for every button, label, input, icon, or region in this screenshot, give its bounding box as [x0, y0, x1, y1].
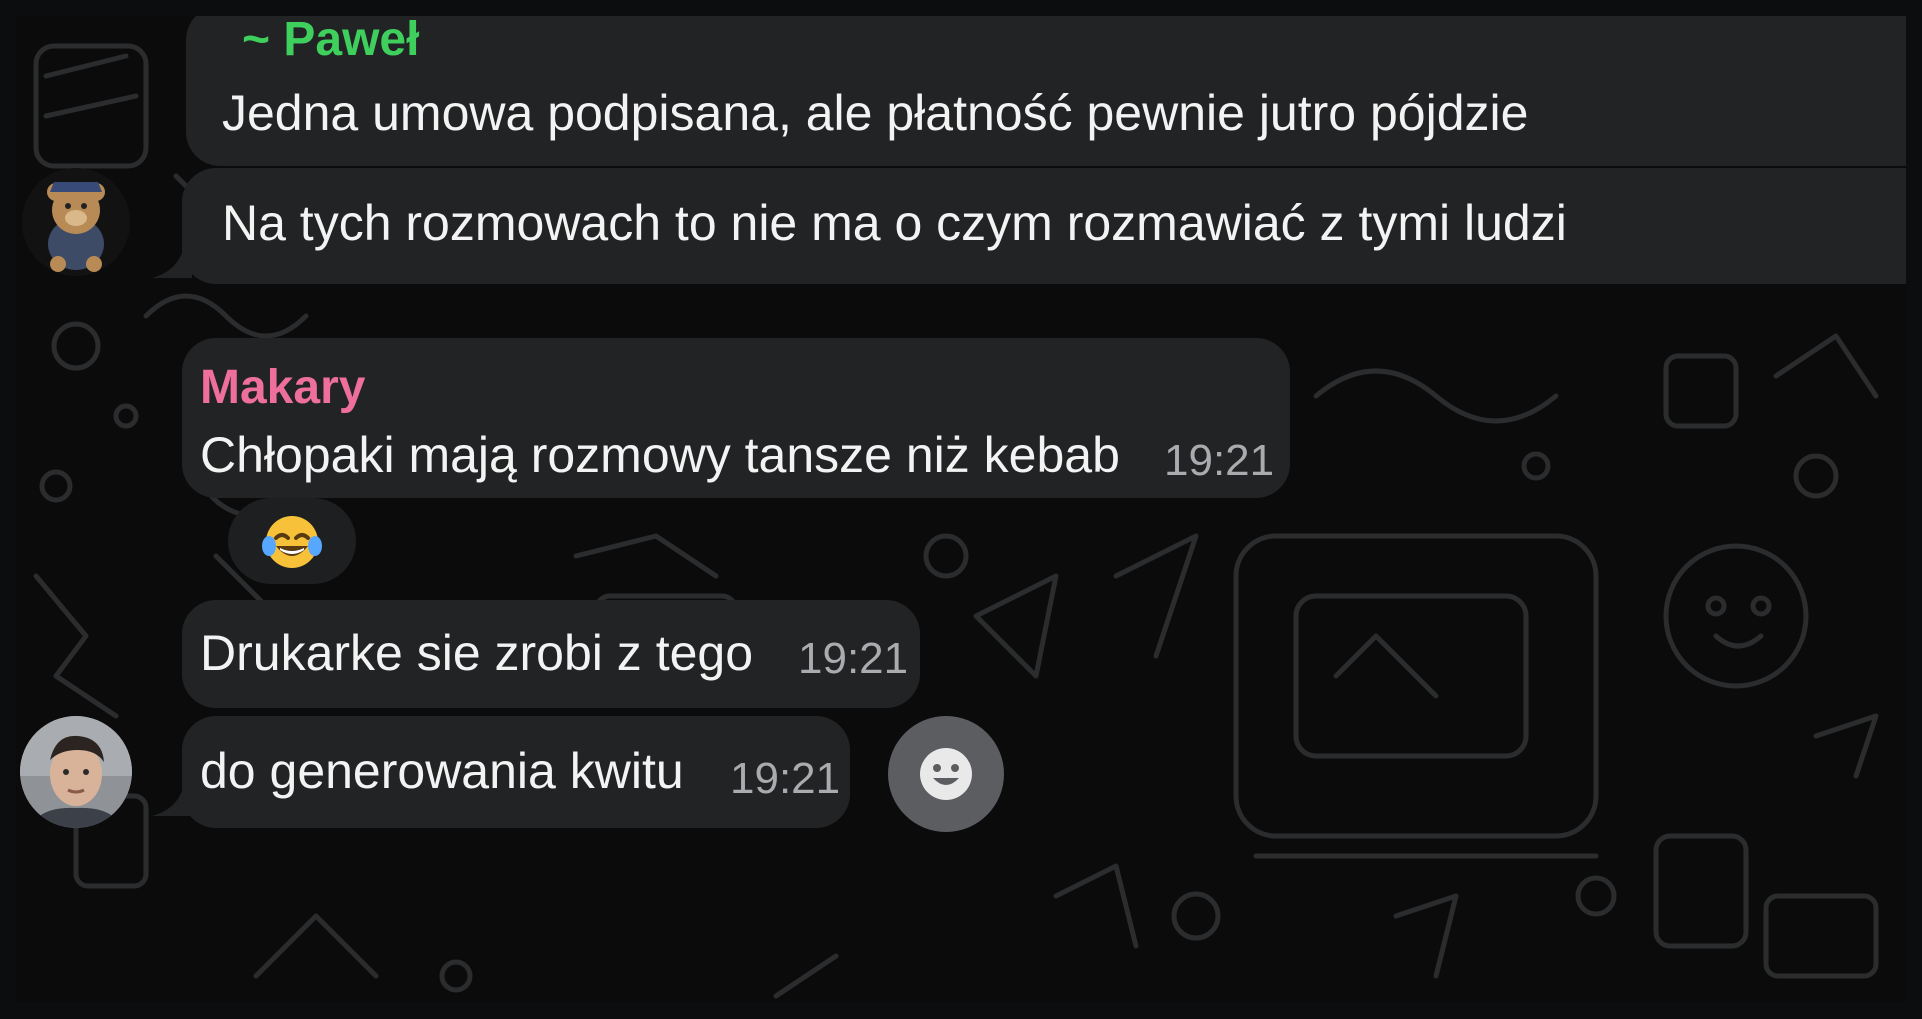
message-text: Chłopaki mają rozmowy tansze niż kebab — [200, 427, 1120, 483]
message-text: do generowania kwitu — [200, 743, 684, 799]
message-bubble[interactable]: Na tych rozmowach to nie ma o czym rozma… — [182, 168, 1906, 284]
message-text: Drukarke sie zrobi z tego — [200, 625, 754, 681]
message-bubble[interactable]: do generowania kwitu 19:21 — [182, 716, 850, 828]
message-bubble[interactable]: Drukarke sie zrobi z tego 19:21 — [182, 600, 920, 708]
man-photo-avatar-icon[interactable] — [20, 716, 132, 828]
face-with-tears-of-joy-icon — [260, 512, 324, 572]
teddy-bear-avatar-icon[interactable] — [22, 168, 130, 276]
message-bubble[interactable]: Makary Chłopaki mają rozmowy tansze niż … — [182, 338, 1290, 498]
message-bubble[interactable]: ~ Paweł Jedna umowa podpisana, ale płatn… — [186, 16, 1906, 166]
message-time: 19:21 — [1164, 436, 1275, 485]
smiley-face-icon — [920, 748, 972, 800]
chat-area: ~ Paweł Jedna umowa podpisana, ale płatn… — [16, 16, 1906, 1002]
add-reaction-button[interactable] — [888, 716, 1004, 832]
message-time: 19:21 — [730, 754, 841, 803]
sender-name[interactable]: ~ Paweł — [242, 16, 419, 67]
sender-name[interactable]: Makary — [200, 360, 365, 415]
message-text: Na tych rozmowach to nie ma o czym rozma… — [222, 195, 1567, 251]
message-text: Jedna umowa podpisana, ale płatność pewn… — [222, 85, 1529, 141]
message-time: 19:21 — [798, 634, 909, 683]
reaction-badge[interactable] — [228, 498, 356, 584]
